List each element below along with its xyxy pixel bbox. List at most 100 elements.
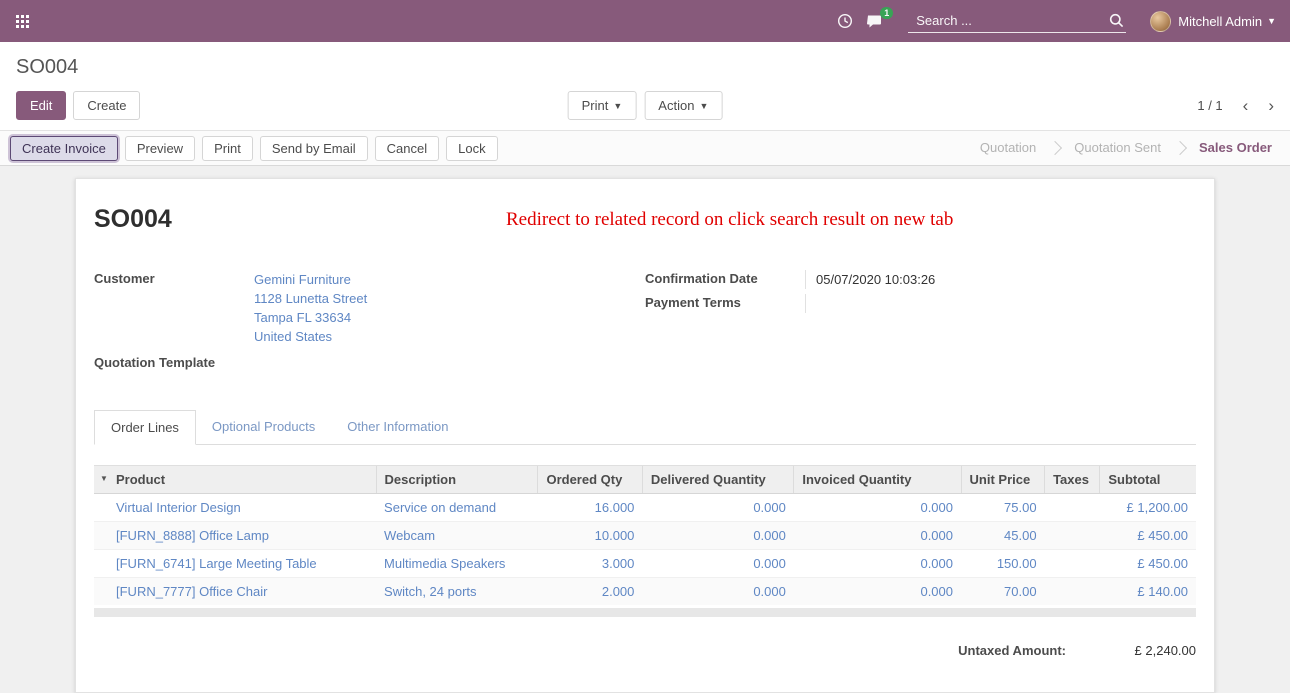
sales-order-sheet: SO004 Redirect to related record on clic… xyxy=(75,178,1215,693)
print-dropdown[interactable]: Print ▼ xyxy=(568,91,637,120)
print-dropdown-label: Print xyxy=(582,98,609,113)
stage-quotation[interactable]: Quotation xyxy=(969,131,1047,165)
control-panel: SO004 Edit Create Print ▼ Action ▼ 1 / 1… xyxy=(0,42,1290,130)
avatar xyxy=(1150,11,1171,32)
column-header-product[interactable]: ▼ Product xyxy=(94,466,376,494)
pager-next-icon[interactable]: › xyxy=(1268,97,1274,114)
stage-separator-icon xyxy=(1047,131,1063,165)
payment-terms-value xyxy=(805,294,1196,313)
top-navbar: 1 Mitchell Admin ▼ xyxy=(0,0,1290,42)
sort-caret-icon[interactable]: ▼ xyxy=(100,474,108,483)
totals-row: Untaxed Amount: £ 2,240.00 xyxy=(94,643,1196,658)
edit-button[interactable]: Edit xyxy=(16,91,66,120)
cell-delivered-qty[interactable]: 0.000 xyxy=(642,494,793,522)
chevron-down-icon: ▼ xyxy=(1267,16,1276,26)
cell-taxes[interactable] xyxy=(1045,578,1100,606)
lock-button[interactable]: Lock xyxy=(446,136,497,161)
cell-product[interactable]: Virtual Interior Design xyxy=(94,494,376,522)
notebook-tabs: Order Lines Optional Products Other Info… xyxy=(94,410,1196,445)
cell-invoiced-qty[interactable]: 0.000 xyxy=(794,550,961,578)
cell-invoiced-qty[interactable]: 0.000 xyxy=(794,578,961,606)
cell-product[interactable]: [FURN_8888] Office Lamp xyxy=(94,522,376,550)
column-header-taxes[interactable]: Taxes xyxy=(1045,466,1100,494)
column-header-label: Product xyxy=(116,472,165,487)
pager-previous-icon[interactable]: ‹ xyxy=(1243,97,1249,114)
cell-subtotal[interactable]: £ 140.00 xyxy=(1100,578,1196,606)
table-header-row: ▼ Product Description Ordered Qty Delive… xyxy=(94,466,1196,494)
cell-ordered-qty[interactable]: 16.000 xyxy=(538,494,642,522)
column-header-unit-price[interactable]: Unit Price xyxy=(961,466,1045,494)
cell-subtotal[interactable]: £ 450.00 xyxy=(1100,522,1196,550)
table-row[interactable]: [FURN_7777] Office Chair Switch, 24 port… xyxy=(94,578,1196,606)
print-button[interactable]: Print xyxy=(202,136,253,161)
cell-subtotal[interactable]: £ 450.00 xyxy=(1100,550,1196,578)
cell-taxes[interactable] xyxy=(1045,550,1100,578)
cell-description[interactable]: Switch, 24 ports xyxy=(376,578,538,606)
cell-unit-price[interactable]: 75.00 xyxy=(961,494,1045,522)
cell-product[interactable]: [FURN_6741] Large Meeting Table xyxy=(94,550,376,578)
apps-menu-icon[interactable] xyxy=(12,11,33,32)
cell-taxes[interactable] xyxy=(1045,522,1100,550)
search-icon[interactable] xyxy=(1109,13,1124,28)
messages-badge: 1 xyxy=(880,7,893,19)
payment-terms-label: Payment Terms xyxy=(645,294,805,313)
untaxed-amount-label: Untaxed Amount: xyxy=(958,643,1066,658)
customer-address-line: Tampa FL 33634 xyxy=(254,308,645,327)
quotation-template-label: Quotation Template xyxy=(94,354,254,373)
stage-quotation-sent[interactable]: Quotation Sent xyxy=(1063,131,1172,165)
untaxed-amount-value: £ 2,240.00 xyxy=(1066,643,1196,658)
cell-description[interactable]: Webcam xyxy=(376,522,538,550)
cell-ordered-qty[interactable]: 2.000 xyxy=(538,578,642,606)
customer-link[interactable]: Gemini Furniture xyxy=(254,272,351,287)
cancel-button[interactable]: Cancel xyxy=(375,136,439,161)
send-by-email-button[interactable]: Send by Email xyxy=(260,136,368,161)
cell-invoiced-qty[interactable]: 0.000 xyxy=(794,494,961,522)
user-menu[interactable]: Mitchell Admin ▼ xyxy=(1150,11,1280,32)
column-header-description[interactable]: Description xyxy=(376,466,538,494)
table-row[interactable]: [FURN_6741] Large Meeting Table Multimed… xyxy=(94,550,1196,578)
cell-delivered-qty[interactable]: 0.000 xyxy=(642,578,793,606)
cell-description[interactable]: Multimedia Speakers xyxy=(376,550,538,578)
tab-other-information[interactable]: Other Information xyxy=(331,410,464,444)
table-horizontal-scrollbar[interactable] xyxy=(94,608,1196,617)
tab-optional-products[interactable]: Optional Products xyxy=(196,410,331,444)
quotation-template-value xyxy=(254,354,645,373)
annotation-text: Redirect to related record on click sear… xyxy=(506,209,953,231)
cell-invoiced-qty[interactable]: 0.000 xyxy=(794,522,961,550)
cell-unit-price[interactable]: 45.00 xyxy=(961,522,1045,550)
cell-unit-price[interactable]: 150.00 xyxy=(961,550,1045,578)
column-header-ordered-qty[interactable]: Ordered Qty xyxy=(538,466,642,494)
breadcrumb: SO004 xyxy=(16,56,1274,79)
activities-clock-icon[interactable] xyxy=(837,13,853,29)
preview-button[interactable]: Preview xyxy=(125,136,195,161)
customer-label: Customer xyxy=(94,270,254,346)
create-invoice-button[interactable]: Create Invoice xyxy=(10,136,118,161)
cell-taxes[interactable] xyxy=(1045,494,1100,522)
navbar-search xyxy=(908,10,1126,33)
search-input[interactable] xyxy=(914,12,1109,29)
confirmation-date-value: 05/07/2020 10:03:26 xyxy=(805,270,1196,289)
cell-unit-price[interactable]: 70.00 xyxy=(961,578,1045,606)
cell-delivered-qty[interactable]: 0.000 xyxy=(642,522,793,550)
tab-order-lines[interactable]: Order Lines xyxy=(94,410,196,445)
column-header-delivered-qty[interactable]: Delivered Quantity xyxy=(642,466,793,494)
action-dropdown-label: Action xyxy=(658,98,694,113)
stage-separator-icon xyxy=(1172,131,1188,165)
cell-ordered-qty[interactable]: 10.000 xyxy=(538,522,642,550)
statusbar: Create Invoice Preview Print Send by Ema… xyxy=(0,130,1290,166)
column-header-invoiced-qty[interactable]: Invoiced Quantity xyxy=(794,466,961,494)
cell-ordered-qty[interactable]: 3.000 xyxy=(538,550,642,578)
cell-description[interactable]: Service on demand xyxy=(376,494,538,522)
cell-product[interactable]: [FURN_7777] Office Chair xyxy=(94,578,376,606)
stage-sales-order[interactable]: Sales Order xyxy=(1188,131,1290,165)
column-header-subtotal[interactable]: Subtotal xyxy=(1100,466,1196,494)
action-dropdown[interactable]: Action ▼ xyxy=(644,91,722,120)
cell-delivered-qty[interactable]: 0.000 xyxy=(642,550,793,578)
create-button[interactable]: Create xyxy=(73,91,140,120)
table-row[interactable]: Virtual Interior Design Service on deman… xyxy=(94,494,1196,522)
customer-address-line: United States xyxy=(254,327,645,346)
messages-icon[interactable]: 1 xyxy=(867,14,884,29)
cell-subtotal[interactable]: £ 1,200.00 xyxy=(1100,494,1196,522)
table-row[interactable]: [FURN_8888] Office Lamp Webcam 10.000 0.… xyxy=(94,522,1196,550)
content-area: SO004 Redirect to related record on clic… xyxy=(0,166,1290,693)
